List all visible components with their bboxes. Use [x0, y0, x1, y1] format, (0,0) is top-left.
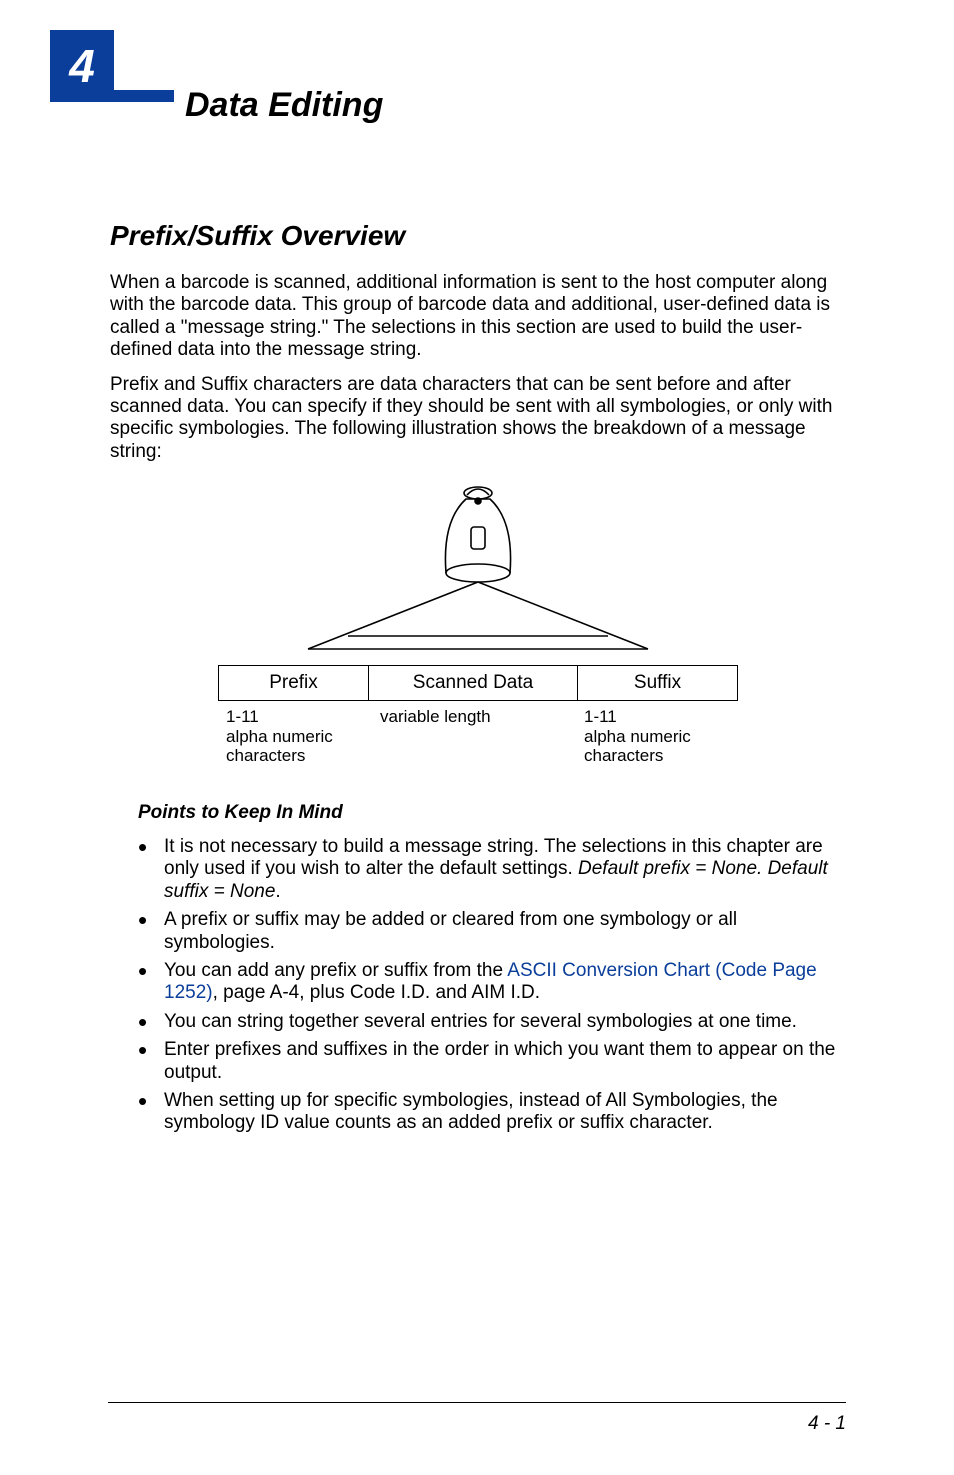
section-heading: Prefix/Suffix Overview	[110, 220, 846, 252]
points-heading: Points to Keep In Mind	[138, 802, 846, 824]
point-item-4: You can string together several entries …	[138, 1011, 846, 1033]
paragraph-2: Prefix and Suffix characters are data ch…	[110, 374, 846, 464]
diagram-notes: 1-11 alpha numeric characters variable l…	[218, 707, 738, 766]
point-1-text-c: .	[275, 881, 280, 902]
point-3-text-b: , page A-4, plus Code I.D. and AIM I.D.	[213, 982, 540, 1003]
note-suffix: 1-11 alpha numeric characters	[578, 707, 738, 766]
note-prefix-desc: alpha numeric characters	[226, 727, 333, 766]
message-string-diagram: Prefix Scanned Data Suffix 1-11 alpha nu…	[218, 481, 738, 766]
point-item-6: When setting up for specific symbologies…	[138, 1090, 846, 1135]
point-item-3: You can add any prefix or suffix from th…	[138, 960, 846, 1005]
page: 4 Data Editing Prefix/Suffix Overview Wh…	[0, 0, 954, 1475]
point-item-2: A prefix or suffix may be added or clear…	[138, 909, 846, 954]
note-suffix-desc: alpha numeric characters	[584, 727, 691, 766]
chapter-title: Data Editing	[185, 86, 383, 125]
points-list: It is not necessary to build a message s…	[110, 836, 846, 1135]
note-prefix-range: 1-11	[226, 707, 259, 726]
point-3-text-a: You can add any prefix or suffix from th…	[164, 960, 507, 981]
chapter-number-box: 4	[50, 30, 114, 102]
cell-prefix: Prefix	[219, 666, 369, 701]
note-scanned: variable length	[368, 707, 578, 766]
paragraph-1: When a barcode is scanned, additional in…	[110, 272, 846, 362]
page-number: 4 - 1	[108, 1413, 846, 1435]
chapter-bar	[114, 90, 174, 102]
note-prefix: 1-11 alpha numeric characters	[218, 707, 368, 766]
cell-suffix: Suffix	[578, 666, 738, 701]
note-suffix-range: 1-11	[584, 707, 617, 726]
chapter-number: 4	[69, 40, 95, 92]
note-scanned-desc: variable length	[380, 707, 491, 726]
diagram-table: Prefix Scanned Data Suffix	[218, 665, 738, 701]
point-item-1: It is not necessary to build a message s…	[138, 836, 846, 903]
footer-rule	[108, 1402, 846, 1403]
scanner-illustration	[218, 481, 738, 659]
cell-scanned-data: Scanned Data	[369, 666, 578, 701]
chapter-header: 4 Data Editing	[50, 30, 846, 150]
point-item-5: Enter prefixes and suffixes in the order…	[138, 1039, 846, 1084]
page-footer: 4 - 1	[108, 1402, 846, 1435]
